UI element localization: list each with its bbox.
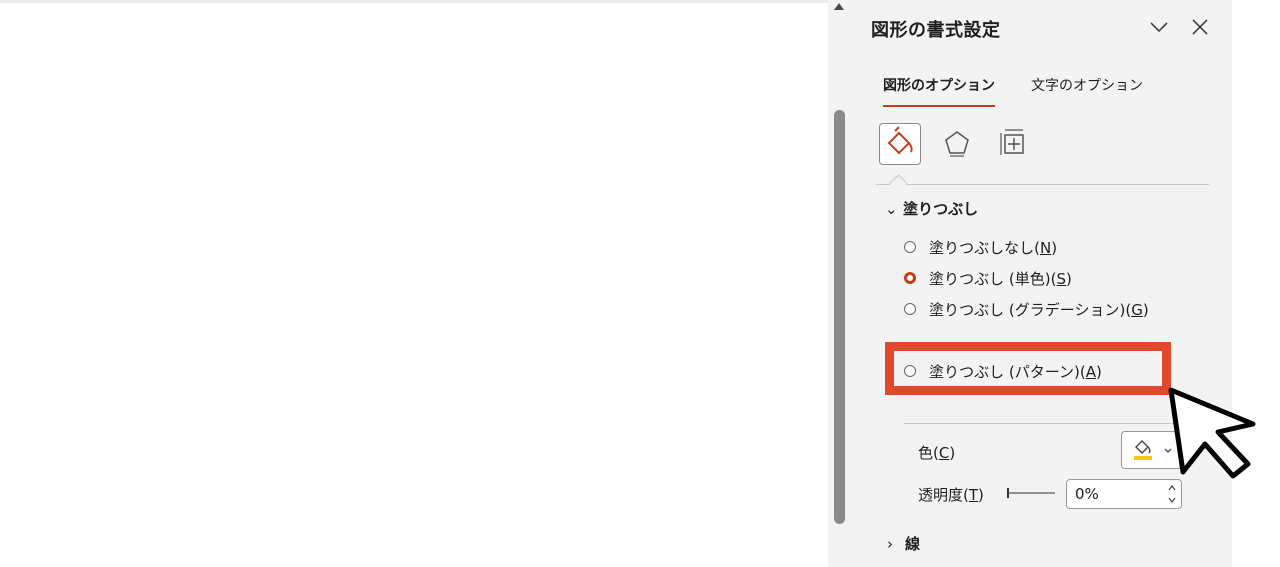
close-icon[interactable] <box>1187 14 1213 40</box>
fill-option-label: 塗りつぶし (スライドの背景)(B) <box>929 395 1148 413</box>
slide-edge <box>0 0 828 3</box>
chevron-right-icon: › <box>887 535 893 553</box>
effects-icon[interactable] <box>936 123 978 165</box>
radio-none[interactable] <box>904 241 916 253</box>
mouse-pointer-icon <box>1168 387 1256 479</box>
fill-line-icon[interactable] <box>879 123 921 165</box>
fill-section-label: 塗りつぶし <box>903 200 979 218</box>
tab-shape-options[interactable]: 図形のオプション <box>883 75 995 107</box>
radio-solid[interactable] <box>904 272 916 284</box>
color-label: 色(C) <box>918 444 956 462</box>
radio-slide-background[interactable] <box>904 397 916 409</box>
line-section-header[interactable]: › 線 <box>887 533 920 554</box>
radio-gradient[interactable] <box>904 303 916 315</box>
fill-option-label: 塗りつぶしなし(N) <box>929 239 1058 257</box>
transparency-label: 透明度(T) <box>918 486 984 504</box>
line-section-label: 線 <box>905 535 921 553</box>
fill-option-label: 塗りつぶし (単色)(S) <box>929 270 1072 288</box>
transparency-value[interactable]: 0% <box>1075 485 1099 503</box>
pane-scrollbar[interactable] <box>828 0 852 567</box>
size-properties-icon[interactable] <box>992 123 1034 165</box>
chevron-down-icon: ⌄ <box>885 200 898 218</box>
pane-title: 図形の書式設定 <box>871 20 1001 41</box>
pane-options-chevron-icon[interactable] <box>1146 14 1172 40</box>
category-pointer <box>889 174 908 193</box>
fill-option-label: 塗りつぶし (グラデーション)(G) <box>929 301 1149 319</box>
scroll-thumb[interactable] <box>834 110 845 524</box>
scroll-up-arrow-icon[interactable] <box>834 3 844 10</box>
fill-section-header[interactable]: ⌄ 塗りつぶし <box>885 198 978 219</box>
pattern-option-highlight <box>885 342 1171 395</box>
transparency-slider[interactable] <box>1007 485 1055 501</box>
tab-text-options[interactable]: 文字のオプション <box>1031 75 1143 103</box>
category-divider <box>876 184 1209 185</box>
spin-arrows-icon[interactable] <box>1167 482 1177 506</box>
